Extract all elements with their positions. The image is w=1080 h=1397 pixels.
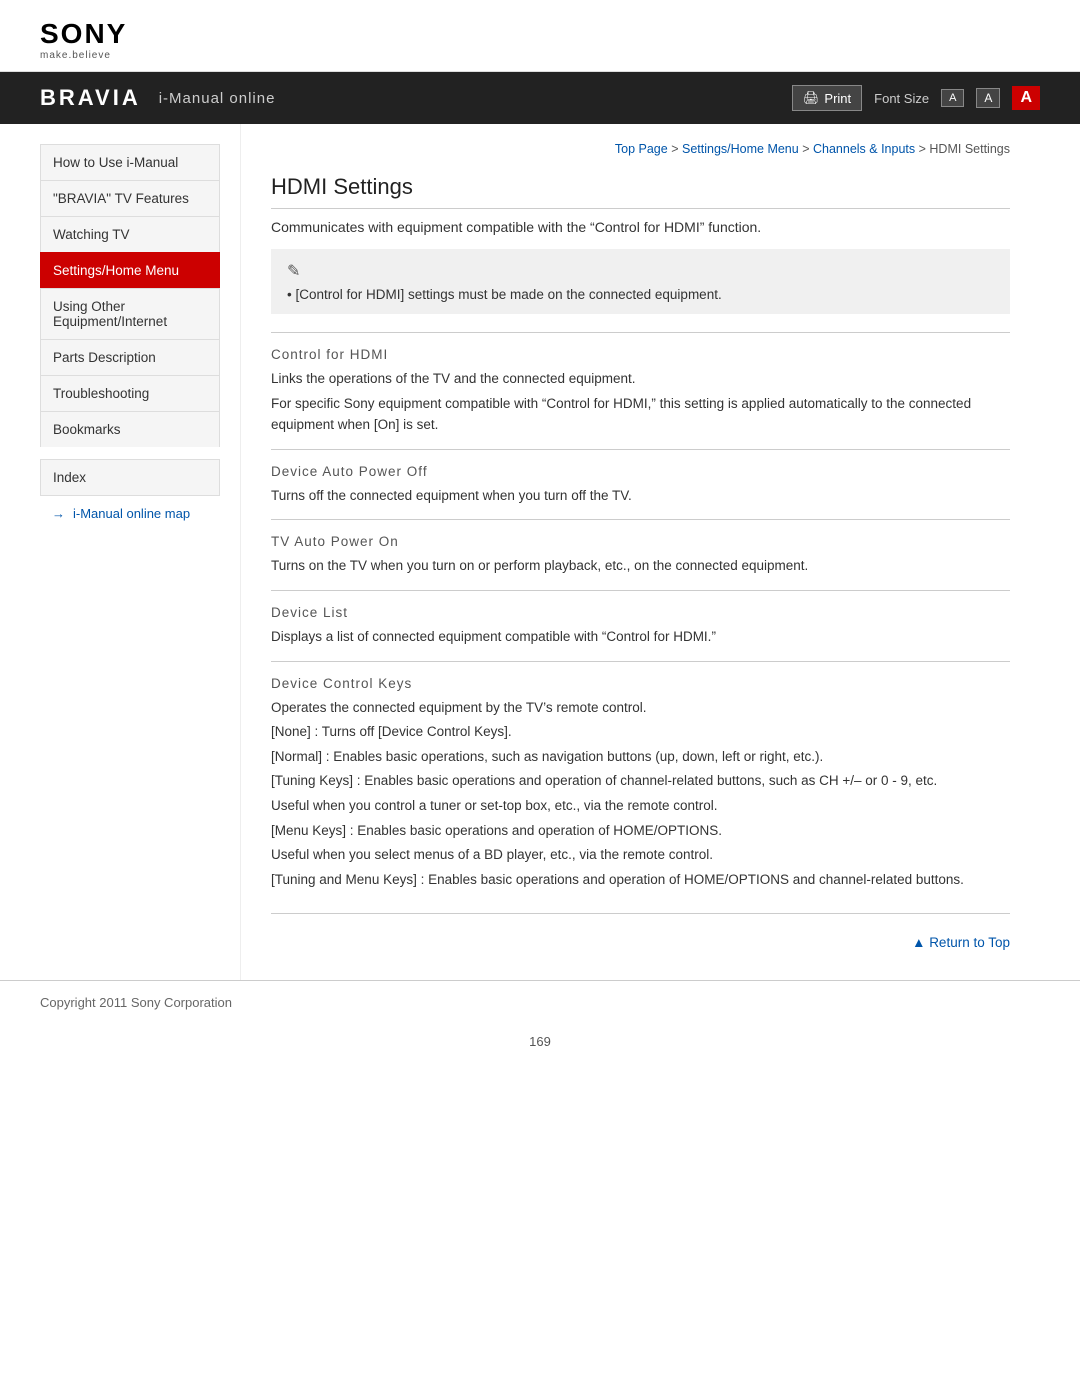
page-footer: Copyright 2011 Sony Corporation bbox=[0, 980, 1080, 1024]
sidebar-item-parts[interactable]: Parts Description bbox=[40, 339, 220, 375]
sidebar-map-link[interactable]: → i-Manual online map bbox=[40, 496, 220, 521]
breadcrumb-channels[interactable]: Channels & Inputs bbox=[813, 142, 915, 156]
note-icon: ✎ bbox=[287, 261, 994, 281]
breadcrumb-sep3: > bbox=[919, 142, 930, 156]
sony-logo-text: SONY bbox=[40, 18, 127, 50]
bravia-subtitle: i-Manual online bbox=[159, 90, 276, 107]
section-text-0: Links the operations of the TV and the c… bbox=[271, 368, 1010, 436]
section-2: TV Auto Power On Turns on the TV when you… bbox=[271, 519, 1010, 590]
return-top-label: Return to Top bbox=[929, 935, 1010, 950]
note-box: ✎ • [Control for HDMI] settings must be … bbox=[271, 249, 1010, 314]
sony-logo: SONY make.believe bbox=[40, 18, 1040, 61]
section-line: [None] : Turns off [Device Control Keys]… bbox=[271, 721, 1010, 743]
map-link-label: i-Manual online map bbox=[73, 506, 190, 521]
return-top-icon: ▲ bbox=[912, 935, 929, 950]
section-1: Device Auto Power Off Turns off the conne… bbox=[271, 449, 1010, 520]
font-medium-button[interactable]: A bbox=[976, 88, 1000, 108]
section-0: Control for HDMI Links the operations of … bbox=[271, 332, 1010, 449]
sidebar-item-troubleshooting[interactable]: Troubleshooting bbox=[40, 375, 220, 411]
print-button[interactable]: 🖨 Print bbox=[792, 85, 862, 111]
section-title-1: Device Auto Power Off bbox=[271, 464, 1010, 479]
breadcrumb-current: HDMI Settings bbox=[929, 142, 1010, 156]
content-area: Top Page > Settings/Home Menu > Channels… bbox=[240, 124, 1040, 980]
font-large-button[interactable]: A bbox=[1012, 86, 1040, 110]
return-to-top-container: ▲ Return to Top bbox=[271, 913, 1010, 960]
section-line: Useful when you control a tuner or set-t… bbox=[271, 795, 1010, 817]
page-number: 169 bbox=[0, 1024, 1080, 1069]
section-line: [Tuning Keys] : Enables basic operations… bbox=[271, 770, 1010, 792]
section-title-0: Control for HDMI bbox=[271, 347, 1010, 362]
section-line: Useful when you select menus of a BD pla… bbox=[271, 844, 1010, 866]
sidebar-item-how-to-use[interactable]: How to Use i-Manual bbox=[40, 144, 220, 180]
section-line: Turns on the TV when you turn on or perf… bbox=[271, 555, 1010, 577]
section-text-1: Turns off the connected equipment when y… bbox=[271, 485, 1010, 507]
section-line: [Tuning and Menu Keys] : Enables basic o… bbox=[271, 869, 1010, 891]
main-layout: How to Use i-Manual "BRAVIA" TV Features… bbox=[0, 124, 1080, 980]
sidebar: How to Use i-Manual "BRAVIA" TV Features… bbox=[40, 124, 240, 980]
section-text-2: Turns on the TV when you turn on or perf… bbox=[271, 555, 1010, 577]
sidebar-item-index[interactable]: Index bbox=[40, 459, 220, 496]
top-header: SONY make.believe bbox=[0, 0, 1080, 72]
section-line: [Normal] : Enables basic operations, suc… bbox=[271, 746, 1010, 768]
sections-container: Control for HDMI Links the operations of … bbox=[271, 332, 1010, 903]
page-title: HDMI Settings bbox=[271, 174, 1010, 209]
section-line: [Menu Keys] : Enables basic operations a… bbox=[271, 820, 1010, 842]
print-icon: 🖨 bbox=[803, 90, 820, 106]
section-text-3: Displays a list of connected equipment c… bbox=[271, 626, 1010, 648]
breadcrumb-settings[interactable]: Settings/Home Menu bbox=[682, 142, 799, 156]
section-4: Device Control Keys Operates the connecte… bbox=[271, 661, 1010, 904]
section-line: Operates the connected equipment by the … bbox=[271, 697, 1010, 719]
sony-tagline: make.believe bbox=[40, 50, 111, 61]
section-line: Displays a list of connected equipment c… bbox=[271, 626, 1010, 648]
font-size-label: Font Size bbox=[874, 91, 929, 106]
section-title-4: Device Control Keys bbox=[271, 676, 1010, 691]
return-to-top-link[interactable]: ▲ Return to Top bbox=[912, 935, 1010, 950]
copyright-text: Copyright 2011 Sony Corporation bbox=[40, 995, 232, 1010]
section-3: Device List Displays a list of connected … bbox=[271, 590, 1010, 661]
breadcrumb-sep2: > bbox=[802, 142, 813, 156]
sidebar-item-equipment[interactable]: Using Other Equipment/Internet bbox=[40, 288, 220, 339]
sidebar-item-bravia-features[interactable]: "BRAVIA" TV Features bbox=[40, 180, 220, 216]
breadcrumb: Top Page > Settings/Home Menu > Channels… bbox=[271, 142, 1010, 156]
intro-text: Communicates with equipment compatible w… bbox=[271, 219, 1010, 235]
breadcrumb-sep1: > bbox=[671, 142, 682, 156]
section-line: Links the operations of the TV and the c… bbox=[271, 368, 1010, 390]
section-text-4: Operates the connected equipment by the … bbox=[271, 697, 1010, 891]
section-line: For specific Sony equipment compatible w… bbox=[271, 393, 1010, 436]
sidebar-item-watching-tv[interactable]: Watching TV bbox=[40, 216, 220, 252]
print-label: Print bbox=[824, 91, 851, 106]
bravia-bar-right: 🖨 Print Font Size A A A bbox=[792, 85, 1040, 111]
bravia-logo: BRAVIA bbox=[40, 85, 141, 111]
sidebar-item-settings[interactable]: Settings/Home Menu bbox=[40, 252, 220, 288]
section-line: Turns off the connected equipment when y… bbox=[271, 485, 1010, 507]
breadcrumb-top[interactable]: Top Page bbox=[615, 142, 668, 156]
sidebar-item-bookmarks[interactable]: Bookmarks bbox=[40, 411, 220, 447]
section-title-3: Device List bbox=[271, 605, 1010, 620]
section-title-2: TV Auto Power On bbox=[271, 534, 1010, 549]
bravia-bar-left: BRAVIA i-Manual online bbox=[40, 85, 275, 111]
arrow-icon: → bbox=[52, 506, 65, 521]
note-text: • [Control for HDMI] settings must be ma… bbox=[287, 287, 994, 302]
font-small-button[interactable]: A bbox=[941, 89, 964, 107]
bravia-bar: BRAVIA i-Manual online 🖨 Print Font Size… bbox=[0, 72, 1080, 124]
